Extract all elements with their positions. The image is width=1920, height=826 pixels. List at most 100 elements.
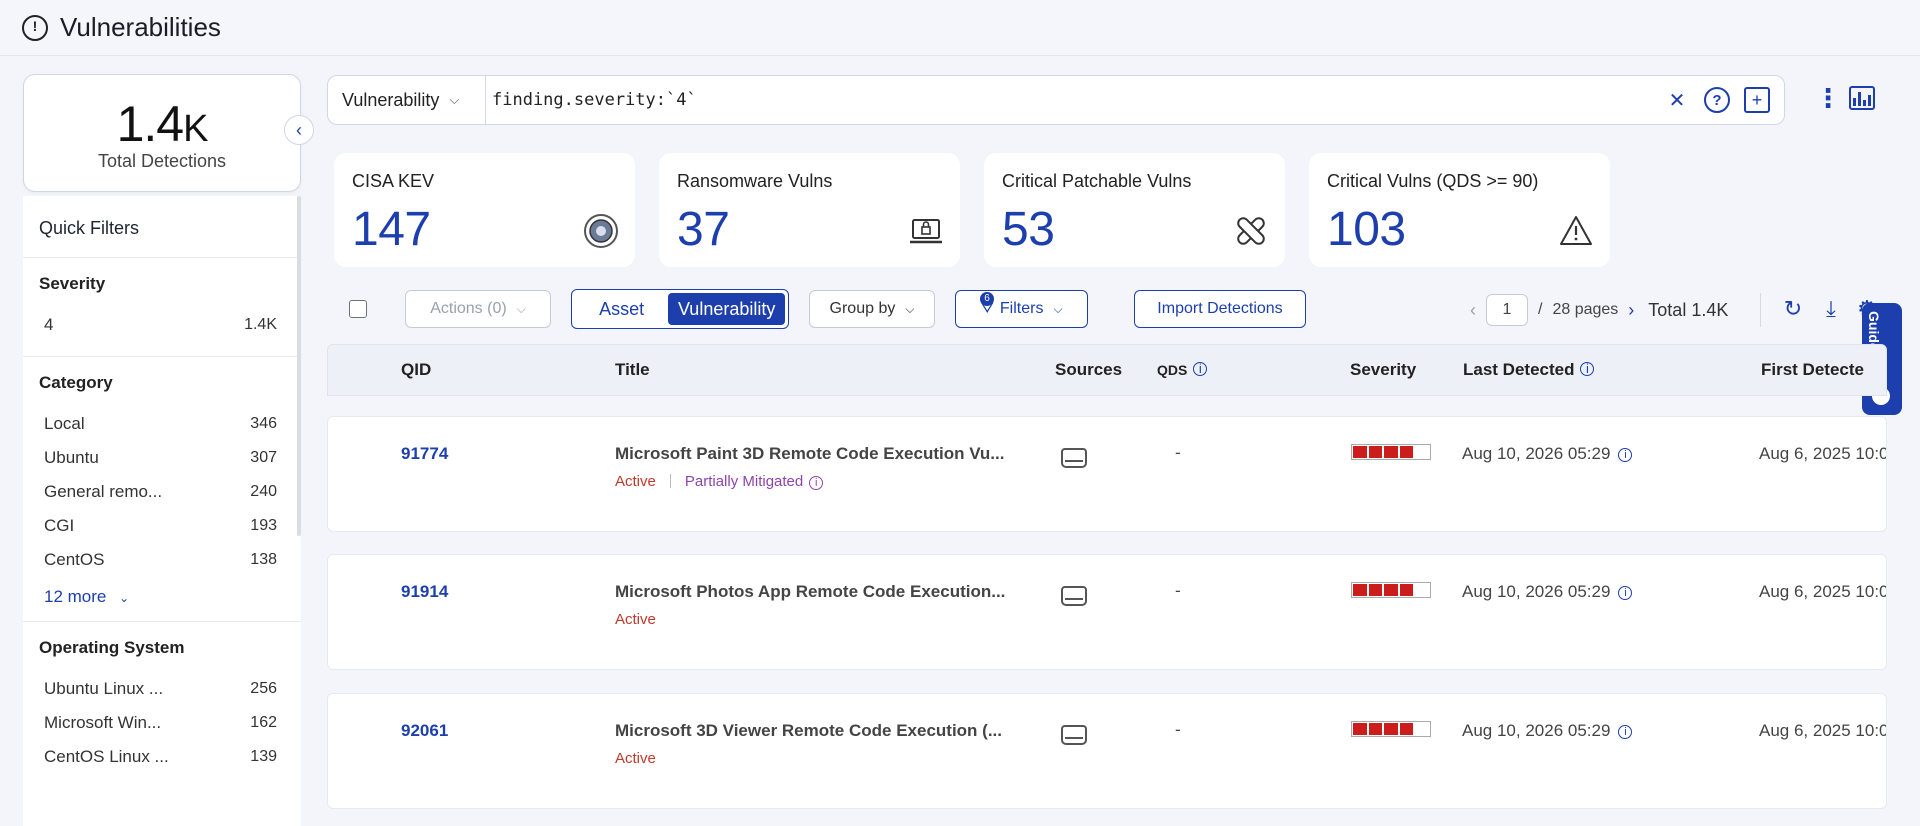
column-qid[interactable]: QID bbox=[401, 360, 431, 380]
first-detected: Aug 6, 2025 10:0 bbox=[1759, 721, 1887, 740]
os-filter-section: Operating System Ubuntu Linux ... 256 Mic… bbox=[23, 622, 301, 788]
show-more-categories-link[interactable]: 12 more ⌄ bbox=[39, 577, 301, 607]
info-icon[interactable]: i bbox=[1618, 725, 1633, 739]
patch-bandage-icon bbox=[1237, 217, 1265, 245]
severity-filter-title: Severity bbox=[39, 274, 106, 293]
help-icon[interactable]: ? bbox=[1704, 87, 1730, 113]
last-detected: Aug 10, 2026 05:29 i bbox=[1462, 444, 1633, 464]
info-icon[interactable]: i bbox=[1618, 448, 1633, 462]
select-all-checkbox[interactable] bbox=[349, 300, 367, 318]
prev-page-icon[interactable]: ‹ bbox=[1470, 300, 1476, 321]
status-active: Active bbox=[615, 750, 656, 767]
chevron-left-icon: ‹ bbox=[296, 119, 302, 140]
refresh-icon[interactable]: ↻ bbox=[1780, 296, 1806, 322]
category-filter-title: Category bbox=[39, 373, 113, 392]
status-active: Active bbox=[615, 611, 656, 628]
severity-bar bbox=[1351, 721, 1431, 737]
more-options-icon[interactable]: ⋮ bbox=[1815, 83, 1841, 113]
stat-card-critical-qds[interactable]: Critical Vulns (QDS >= 90) 103 bbox=[1309, 153, 1610, 267]
qid-link[interactable]: 91774 bbox=[401, 444, 448, 464]
os-filter-title: Operating System bbox=[39, 638, 185, 657]
stat-card-critical-patchable[interactable]: Critical Patchable Vulns 53 bbox=[984, 153, 1285, 267]
table-row[interactable]: 91774 Microsoft Paint 3D Remote Code Exe… bbox=[327, 416, 1887, 532]
filter-item[interactable]: CGI 193 bbox=[39, 509, 301, 543]
qid-link[interactable]: 91914 bbox=[401, 582, 448, 602]
warning-triangle-icon bbox=[1560, 216, 1592, 245]
vuln-title-link[interactable]: Microsoft Photos App Remote Code Executi… bbox=[615, 582, 1005, 602]
page-count: 28 pages bbox=[1552, 301, 1619, 318]
qds-value: - bbox=[1175, 581, 1181, 600]
info-icon[interactable]: i bbox=[1193, 362, 1208, 376]
search-bar: Vulnerability ⌵ finding.severity:`4` ✕ ? … bbox=[327, 75, 1785, 125]
vuln-title-link[interactable]: Microsoft 3D Viewer Remote Code Executio… bbox=[615, 721, 1002, 741]
severity-bar bbox=[1351, 444, 1431, 460]
chevron-down-icon: ⌵ bbox=[449, 92, 460, 107]
sensor-source-icon bbox=[1061, 448, 1087, 468]
clear-search-icon[interactable]: ✕ bbox=[1664, 87, 1690, 113]
qds-value: - bbox=[1175, 443, 1181, 462]
download-icon[interactable]: ⤓ bbox=[1818, 296, 1844, 322]
total-detections-card: 1.4K Total Detections bbox=[23, 74, 301, 192]
column-first-detected[interactable]: First Detecte bbox=[1761, 360, 1864, 380]
filters-button[interactable]: ⛛ Filters ⌵ bbox=[955, 290, 1088, 328]
view-vulnerability-button[interactable]: Vulnerability bbox=[668, 293, 785, 325]
status-partially-mitigated: Partially Mitigated bbox=[684, 473, 804, 490]
status-line: Active bbox=[615, 750, 656, 767]
table-row[interactable]: 91914 Microsoft Photos App Remote Code E… bbox=[327, 554, 1887, 670]
category-filter-section: Category Local 346 Ubuntu 307 General remo… bbox=[23, 357, 301, 622]
column-sources[interactable]: Sources bbox=[1055, 360, 1122, 380]
filters-count-badge: 6 bbox=[980, 292, 994, 306]
next-page-icon[interactable]: › bbox=[1628, 300, 1634, 321]
chevron-down-icon: ⌵ bbox=[516, 301, 526, 316]
filter-item[interactable]: 4 1.4K bbox=[39, 308, 301, 342]
filter-item[interactable]: Ubuntu Linux ... 256 bbox=[39, 672, 301, 706]
column-qds[interactable]: QDS i bbox=[1157, 362, 1208, 378]
page-number-input[interactable]: 1 bbox=[1486, 294, 1528, 326]
toolbar-divider bbox=[1760, 293, 1761, 327]
search-scope-dropdown[interactable]: Vulnerability ⌵ bbox=[328, 76, 486, 124]
severity-bar bbox=[1351, 582, 1431, 598]
add-query-icon[interactable]: + bbox=[1744, 87, 1770, 113]
table-row[interactable]: 92061 Microsoft 3D Viewer Remote Code Ex… bbox=[327, 693, 1887, 809]
filter-item[interactable]: Microsoft Win... 162 bbox=[39, 706, 301, 740]
collapse-panel-button[interactable]: ‹ bbox=[284, 115, 314, 145]
page-title: Vulnerabilities bbox=[60, 12, 221, 42]
import-detections-button[interactable]: Import Detections bbox=[1134, 290, 1306, 328]
total-count: Total 1.4K bbox=[1648, 299, 1729, 320]
sensor-source-icon bbox=[1061, 725, 1087, 745]
last-detected: Aug 10, 2026 05:29 i bbox=[1462, 721, 1633, 741]
info-icon[interactable]: i bbox=[1618, 586, 1633, 600]
table-header: QID Title Sources QDS i Severity Last Det… bbox=[327, 344, 1887, 396]
first-detected: Aug 6, 2025 10:0 bbox=[1759, 444, 1887, 463]
chevron-down-icon: ⌵ bbox=[1053, 301, 1063, 316]
qid-link[interactable]: 92061 bbox=[401, 721, 448, 741]
filter-item[interactable]: Local 346 bbox=[39, 407, 301, 441]
stat-card-ransomware[interactable]: Ransomware Vulns 37 bbox=[659, 153, 960, 267]
filters-scrollbar[interactable] bbox=[297, 196, 301, 536]
column-title[interactable]: Title bbox=[615, 360, 650, 380]
filter-item[interactable]: CentOS Linux ... 139 bbox=[39, 740, 301, 774]
alert-clock-icon bbox=[22, 14, 48, 41]
chevron-down-icon: ⌵ bbox=[905, 301, 915, 316]
vuln-title-link[interactable]: Microsoft Paint 3D Remote Code Execution… bbox=[615, 444, 1004, 464]
info-icon[interactable]: i bbox=[809, 476, 824, 490]
status-active: Active bbox=[615, 473, 656, 490]
chart-toggle-icon[interactable] bbox=[1849, 86, 1875, 110]
view-asset-button[interactable]: Asset bbox=[575, 293, 668, 325]
sensor-source-icon bbox=[1061, 586, 1087, 606]
severity-filter-section: Severity 4 1.4K bbox=[23, 258, 301, 357]
actions-dropdown[interactable]: Actions (0) ⌵ bbox=[405, 290, 551, 328]
status-line: Active Partially Mitigated i bbox=[615, 473, 824, 490]
column-last-detected[interactable]: Last Detected i bbox=[1463, 360, 1595, 380]
quick-filters-title: Quick Filters bbox=[23, 196, 301, 258]
filter-item[interactable]: General remo... 240 bbox=[39, 475, 301, 509]
stat-card-cisa-kev[interactable]: CISA KEV 147 bbox=[334, 153, 635, 267]
group-by-dropdown[interactable]: Group by ⌵ bbox=[809, 290, 935, 328]
last-detected: Aug 10, 2026 05:29 i bbox=[1462, 582, 1633, 602]
status-line: Active bbox=[615, 611, 656, 628]
search-input[interactable]: finding.severity:`4` bbox=[486, 90, 1664, 110]
info-icon[interactable]: i bbox=[1580, 362, 1595, 376]
filter-item[interactable]: CentOS 138 bbox=[39, 543, 301, 577]
filter-item[interactable]: Ubuntu 307 bbox=[39, 441, 301, 475]
column-severity[interactable]: Severity bbox=[1350, 360, 1416, 380]
